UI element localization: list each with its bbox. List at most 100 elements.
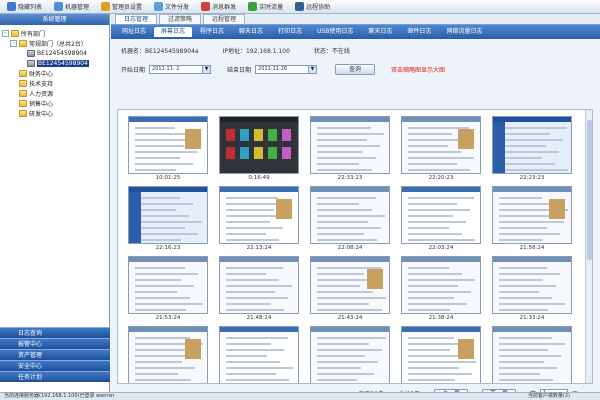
thumbnail-time: 22:33:23 [337,175,363,181]
thumbnail-time: 21:48:24 [246,315,272,321]
toolbar-button-label: 机器管理 [65,4,90,11]
screenshot-thumbnail[interactable]: 21:53:24 [128,256,208,322]
thumbnail-image[interactable] [492,186,572,244]
screenshot-thumbnail[interactable]: 22:13:24 [219,186,299,252]
log-tab[interactable]: 邮件日志 [400,27,438,37]
screenshot-thumbnail[interactable]: 22:16:23 [128,186,208,252]
thumbnail-image[interactable] [310,186,390,244]
tree-node[interactable]: 人力资源 [2,88,107,98]
tree-expand-icon[interactable]: - [2,29,9,37]
tree-node[interactable]: - 常规部门（总共2台） [2,38,107,48]
screenshot-thumbnail[interactable]: 22:08:24 [310,186,390,252]
log-tab[interactable]: USB使用日志 [310,27,360,37]
log-tab[interactable]: 网络流量日志 [439,27,489,37]
top-tab[interactable]: 过滤策略 [159,14,202,24]
screenshot-thumbnail[interactable] [492,326,572,383]
thumbnail-image[interactable] [492,256,572,314]
computer-icon [27,49,35,57]
screenshot-thumbnail[interactable]: 0:16:49 [219,116,299,182]
tree-expand-icon[interactable]: - [10,39,17,47]
thumbnail-image[interactable] [128,256,208,314]
client-count: 当前客户端数量(2) [527,393,570,399]
thumbnail-time: 21:43:24 [337,315,363,321]
tree-node[interactable]: 研发中心 [2,108,107,118]
accordion-item[interactable]: 任务计划 [0,371,110,382]
screenshot-thumbnail[interactable]: 22:20:23 [401,116,481,182]
top-tab[interactable]: 远程管理 [203,14,246,24]
folder-icon [19,109,27,117]
log-tab[interactable]: 聊天日志 [232,27,270,37]
screenshot-thumbnail[interactable]: 21:43:24 [310,256,390,322]
toolbar-button-2[interactable]: 管理员设置 [98,1,145,12]
thumbnail-image[interactable] [492,326,572,383]
thumbnail-image[interactable] [128,326,208,383]
tree-node-label: 财务中心 [29,70,54,78]
toolbar-button-5[interactable]: 实时流量 [245,1,286,12]
screenshot-thumbnail[interactable] [401,326,481,383]
thumbnail-image[interactable] [310,326,390,383]
tree-node-label: BE12454598904 [37,59,89,67]
toolbar-button-3[interactable]: 文件分发 [151,1,192,12]
thumbnail-image[interactable] [401,116,481,174]
toolbar-button-1[interactable]: 机器管理 [51,1,92,12]
scrollbar-thumb[interactable] [587,120,592,260]
tree-node-label: 研发中心 [29,110,54,118]
folder-icon [19,79,27,87]
tree-node[interactable]: 销售中心 [2,98,107,108]
screenshot-thumbnail[interactable]: 21:48:24 [219,256,299,322]
folder-icon [11,29,19,37]
screenshot-thumbnail[interactable]: 21:33:24 [492,256,572,322]
end-date-combo[interactable]: 2011-11-26 ▼ [255,64,318,74]
thumbnail-image[interactable] [310,116,390,174]
accordion-item[interactable]: 安全中心 [0,360,110,371]
screenshot-thumbnail[interactable]: 21:38:24 [401,256,481,322]
thumbnail-image[interactable] [219,256,299,314]
screenshot-thumbnail[interactable]: 10:01:25 [128,116,208,182]
screenshot-thumbnail[interactable]: 21:58:24 [492,186,572,252]
thumbnail-image[interactable] [401,186,481,244]
thumbnail-image[interactable] [310,256,390,314]
toolbar-button-label: 管理员设置 [112,4,143,11]
screenshot-thumbnail[interactable]: 22:03:24 [401,186,481,252]
tree-node[interactable]: BE12454598904 [2,48,107,58]
thumbnail-image[interactable] [492,116,572,174]
screenshot-thumbnail[interactable] [310,326,390,383]
thumbnail-image[interactable] [128,186,208,244]
screenshot-thumbnail[interactable] [219,326,299,383]
thumbnail-image[interactable] [401,256,481,314]
tree-node-label: 常规部门（总共2台） [29,40,87,48]
accordion-item[interactable]: 报警中心 [0,338,110,349]
remote-icon [295,2,305,11]
thumbnail-time: 22:16:23 [155,245,181,251]
chevron-down-icon[interactable]: ▼ [202,65,211,73]
screenshot-thumbnail[interactable]: 22:33:23 [310,116,390,182]
tree-node[interactable]: 财务中心 [2,68,107,78]
thumbnail-image[interactable] [219,326,299,383]
tree-node[interactable]: 技术支持 [2,78,107,88]
thumbnail-image[interactable] [401,326,481,383]
chevron-down-icon[interactable]: ▼ [308,65,317,73]
log-tab[interactable]: 网址日志 [115,27,153,37]
admin-icon [101,2,111,11]
vertical-scrollbar[interactable] [585,110,592,383]
toolbar-button-4[interactable]: 消息群发 [198,1,239,12]
thumbnail-image[interactable] [219,116,299,174]
log-tab[interactable]: 打印日志 [271,27,309,37]
tree-node[interactable]: BE12454598904 [2,58,107,68]
thumbnail-image[interactable] [219,186,299,244]
folder-icon [19,99,27,107]
screenshot-thumbnail[interactable]: 22:23:23 [492,116,572,182]
screenshot-thumbnail[interactable] [128,326,208,383]
start-date-combo[interactable]: 2011-11- 2 ▼ [149,64,212,74]
accordion-item[interactable]: 资产管理 [0,349,110,360]
log-tab[interactable]: 聊天日志 [361,27,399,37]
thumbnail-image[interactable] [128,116,208,174]
log-tab[interactable]: 程序日志 [193,27,231,37]
toolbar-button-6[interactable]: 远程协助 [292,1,333,12]
log-tab[interactable]: 屏幕日志 [154,27,193,37]
toolbar-button-0[interactable]: 隐藏列表 [4,1,45,12]
top-tab[interactable]: 日志管理 [115,14,158,24]
tree-node[interactable]: - 所有部门 [2,28,107,38]
accordion-item[interactable]: 日志查询 [0,327,110,338]
query-button[interactable]: 查询 [335,63,376,75]
